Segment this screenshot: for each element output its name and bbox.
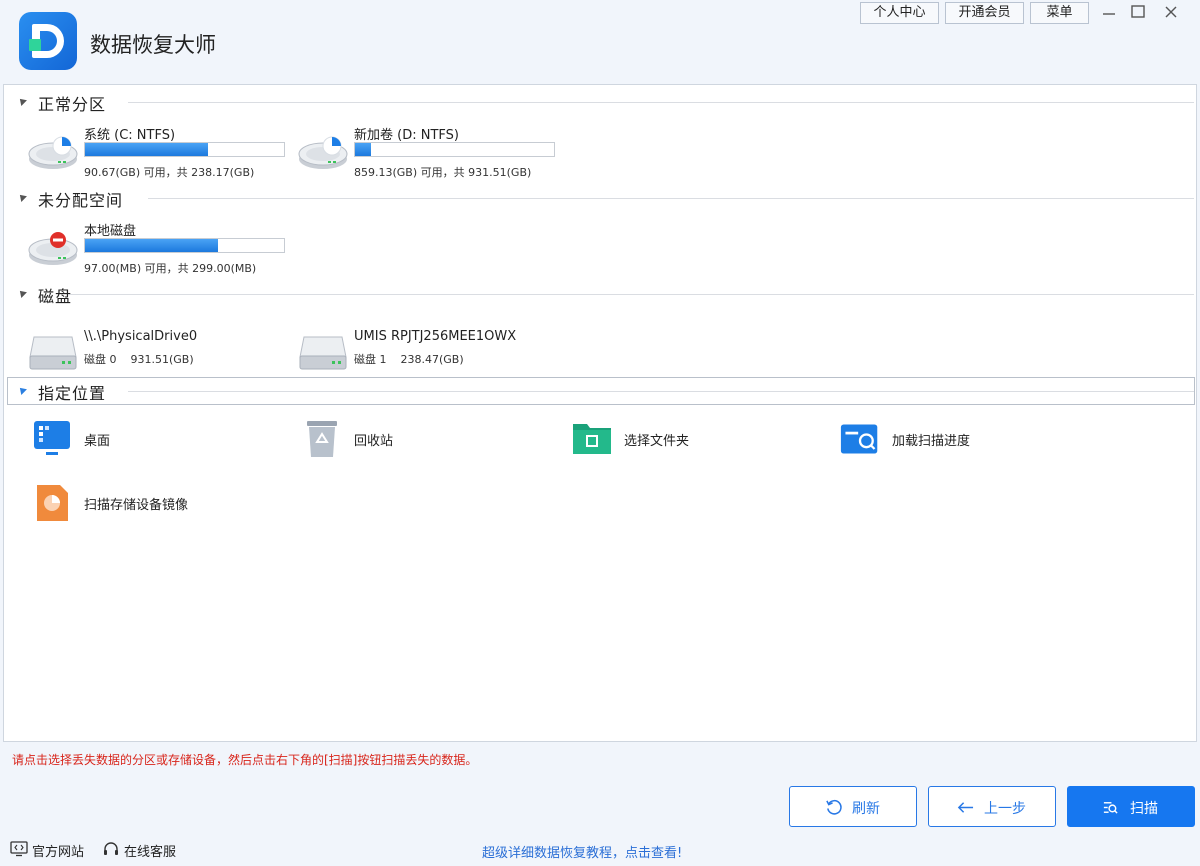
- disk-index: 磁盘 0: [84, 353, 117, 366]
- instruction-hint: 请点击选择丢失数据的分区或存储设备，然后点击右下角的[扫描]按钮扫描丢失的数据。: [12, 753, 478, 767]
- disk-size: 238.47(GB): [400, 353, 464, 366]
- headset-icon: [104, 842, 118, 855]
- location-desktop[interactable]: 桌面: [32, 419, 272, 459]
- section-title: 磁盘: [38, 287, 73, 306]
- partition-capacity: 97.00(MB) 可用，共 299.00(MB): [84, 262, 257, 275]
- disk-0[interactable]: \\.\PhysicalDrive0 磁盘 0 931.51(GB): [28, 325, 298, 383]
- location-label: 选择文件夹: [624, 434, 690, 449]
- folder-icon: [573, 424, 611, 454]
- divider: [68, 294, 1194, 295]
- app-title: 数据恢复大师: [90, 33, 216, 57]
- partition-name: 新加卷 (D: NTFS): [354, 128, 459, 143]
- collapse-arrow-icon[interactable]: [17, 288, 27, 298]
- location-select-folder[interactable]: 选择文件夹: [572, 419, 812, 459]
- app-logo-icon: [19, 12, 77, 70]
- partition-name: 系统 (C: NTFS): [84, 128, 176, 143]
- partition-d[interactable]: 新加卷 (D: NTFS) 859.13(GB) 可用，共 931.51(GB): [298, 124, 568, 182]
- partition-capacity: 859.13(GB) 可用，共 931.51(GB): [354, 166, 532, 179]
- disk-1[interactable]: UMIS RPJTJ256MEE1OWX 磁盘 1 238.47(GB): [298, 325, 568, 383]
- refresh-icon: [826, 799, 842, 815]
- usage-bar: [84, 238, 285, 253]
- back-button[interactable]: 上一步: [928, 786, 1056, 827]
- arrow-left-icon: [957, 802, 974, 813]
- disk-size: 931.51(GB): [130, 353, 194, 366]
- usage-bar: [354, 142, 555, 157]
- refresh-button[interactable]: 刷新: [789, 786, 917, 827]
- minimize-icon[interactable]: [1101, 4, 1117, 20]
- website-icon: [10, 841, 28, 857]
- section-title: 未分配空间: [38, 191, 124, 210]
- hard-disk-icon: [299, 336, 347, 370]
- location-label: 回收站: [354, 434, 394, 449]
- membership-button[interactable]: 开通会员: [945, 2, 1024, 24]
- scan-button[interactable]: 扫描: [1067, 786, 1195, 827]
- location-recycle-bin[interactable]: 回收站: [302, 419, 542, 459]
- usage-bar: [84, 142, 285, 157]
- drive-error-icon: [28, 232, 78, 265]
- scan-icon: [1103, 802, 1118, 814]
- section-disks[interactable]: 磁盘: [17, 283, 1194, 306]
- maximize-icon[interactable]: [1130, 4, 1146, 20]
- location-label: 扫描存储设备镜像: [84, 498, 189, 513]
- divider: [128, 391, 1194, 392]
- disk-info: 磁盘 0 931.51(GB): [84, 351, 194, 367]
- divider: [128, 102, 1194, 103]
- partition-name: 本地磁盘: [84, 224, 137, 239]
- section-unallocated[interactable]: 未分配空间: [17, 187, 1194, 210]
- disk-info: 磁盘 1 238.47(GB): [354, 351, 464, 367]
- section-locations[interactable]: 指定位置: [17, 380, 1194, 403]
- load-progress-icon: [840, 424, 878, 454]
- disk-index: 磁盘 1: [354, 353, 387, 366]
- desktop-icon: [34, 421, 70, 455]
- section-normal-partitions[interactable]: 正常分区: [17, 91, 1194, 114]
- location-label: 桌面: [84, 434, 111, 449]
- title-bar: 数据恢复大师 个人中心 开通会员 菜单: [0, 0, 1200, 84]
- location-load-scan-progress[interactable]: 加载扫描进度: [840, 419, 1080, 459]
- collapse-arrow-icon[interactable]: [17, 385, 27, 395]
- section-title: 正常分区: [38, 95, 107, 114]
- drive-icon: [28, 136, 78, 169]
- drive-icon: [298, 136, 348, 169]
- divider: [148, 198, 1194, 199]
- menu-button[interactable]: 菜单: [1030, 2, 1089, 24]
- hard-disk-icon: [29, 336, 77, 370]
- personal-center-button[interactable]: 个人中心: [860, 2, 939, 24]
- location-disk-image[interactable]: 扫描存储设备镜像: [32, 483, 272, 523]
- disk-image-icon: [37, 485, 68, 521]
- collapse-arrow-icon[interactable]: [17, 192, 27, 202]
- tutorial-link[interactable]: 超级详细数据恢复教程，点击查看!: [482, 842, 682, 861]
- device-panel: 正常分区 系统 (C: NTFS) 90.67(GB) 可用，共 238.17(…: [3, 84, 1197, 742]
- partition-c[interactable]: 系统 (C: NTFS) 90.67(GB) 可用，共 238.17(GB): [28, 124, 298, 182]
- close-icon[interactable]: [1163, 4, 1179, 20]
- recycle-bin-icon: [307, 421, 337, 457]
- partition-capacity: 90.67(GB) 可用，共 238.17(GB): [84, 166, 255, 179]
- section-title: 指定位置: [38, 384, 107, 403]
- disk-name: UMIS RPJTJ256MEE1OWX: [354, 329, 517, 344]
- collapse-arrow-icon[interactable]: [17, 96, 27, 106]
- unallocated-local-disk[interactable]: 本地磁盘 97.00(MB) 可用，共 299.00(MB): [28, 220, 298, 278]
- disk-name: \\.\PhysicalDrive0: [84, 329, 198, 344]
- location-label: 加载扫描进度: [892, 434, 971, 449]
